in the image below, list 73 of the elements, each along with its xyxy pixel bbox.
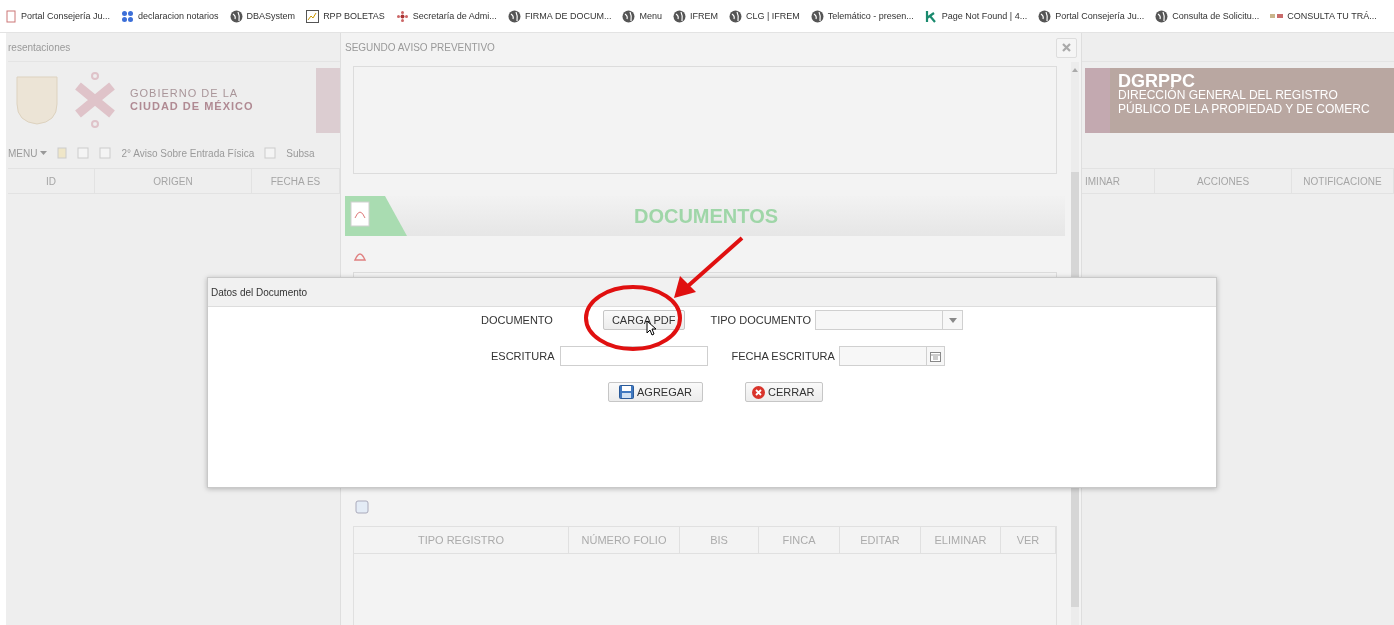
bookmark-link[interactable]: Menu bbox=[622, 9, 662, 23]
document-icon bbox=[77, 147, 90, 159]
column-header: ACCIONES bbox=[1155, 169, 1292, 193]
calendar-icon bbox=[929, 350, 941, 362]
globe-icon bbox=[622, 9, 636, 23]
document-icon bbox=[99, 147, 112, 159]
bookmark-link[interactable]: IFREM bbox=[672, 9, 718, 23]
bookmark-link[interactable]: RPP BOLETAS bbox=[306, 9, 385, 23]
letter-k-icon bbox=[924, 9, 938, 23]
globe-icon bbox=[810, 9, 824, 23]
globe-icon bbox=[672, 9, 686, 23]
close-button[interactable] bbox=[1056, 37, 1077, 58]
document-icon bbox=[57, 147, 68, 159]
field-label: TIPO DOCUMENTO bbox=[710, 314, 812, 326]
column-header: ORIGEN bbox=[95, 169, 252, 193]
scroll-up-icon[interactable] bbox=[1072, 68, 1078, 72]
globe-icon bbox=[229, 9, 243, 23]
dialog-title: Datos del Documento bbox=[208, 278, 1216, 307]
column-header: TIPO REGISTRO bbox=[354, 527, 569, 553]
bookmark-link[interactable]: Portal Consejería Ju... bbox=[4, 9, 111, 23]
dots-icon bbox=[121, 9, 135, 23]
column-header: NOTIFICACIONE bbox=[1292, 169, 1394, 193]
coat-of-arms-icon bbox=[14, 74, 60, 126]
document-type-select[interactable] bbox=[815, 310, 964, 330]
pdf-file-icon bbox=[345, 196, 407, 236]
column-header: FINCA bbox=[759, 527, 840, 553]
header-block bbox=[316, 67, 340, 133]
globe-icon bbox=[507, 9, 521, 23]
modal-title: SEGUNDO AVISO PREVENTIVO bbox=[345, 42, 495, 53]
deed-input[interactable] bbox=[559, 346, 708, 366]
upload-button[interactable]: CARGA PDF bbox=[602, 310, 685, 330]
column-header: NÚMERO FOLIO bbox=[569, 527, 680, 553]
caret-icon bbox=[948, 317, 957, 323]
page-tab-title: resentaciones bbox=[8, 41, 71, 53]
bookmark-link[interactable]: DBASystem bbox=[229, 9, 296, 23]
bookmark-link[interactable]: declaracion notarios bbox=[121, 9, 219, 23]
note-icon bbox=[355, 500, 369, 514]
banner-subtitle: PÚBLICO DE LA PROPIEDAD Y DE COMERC bbox=[1118, 101, 1370, 116]
bookmark-link[interactable]: Secretaría de Admi... bbox=[395, 9, 497, 23]
column-header: BIS bbox=[680, 527, 759, 553]
globe-icon bbox=[1038, 9, 1052, 23]
bookmark-link[interactable]: FIRMA DE DOCUM... bbox=[507, 9, 612, 23]
column-header: ID bbox=[8, 169, 95, 193]
bookmark-link[interactable]: Portal Consejería Ju... bbox=[1038, 9, 1145, 23]
column-header: VER bbox=[1001, 527, 1056, 553]
section-title: DOCUMENTOS bbox=[632, 204, 780, 228]
caret-icon bbox=[40, 151, 48, 155]
field-label: FECHA ESCRITURA bbox=[731, 350, 835, 362]
column-header: EDITAR bbox=[840, 527, 921, 553]
logo-text: CIUDAD DE MÉXICO bbox=[130, 100, 254, 113]
field-label: ESCRITURA bbox=[491, 350, 555, 362]
document-icon bbox=[264, 147, 277, 159]
close-icon bbox=[752, 385, 765, 399]
globe-icon bbox=[728, 9, 742, 23]
bookmark-link[interactable]: CONSULTA TU TRÁ... bbox=[1270, 9, 1377, 23]
field-label: DOCUMENTO bbox=[481, 314, 553, 326]
bookmark-link[interactable]: Telemático - presen... bbox=[810, 9, 914, 23]
banner-subtitle: DIRECCIÓN GENERAL DEL REGISTRO bbox=[1118, 87, 1339, 102]
close-button[interactable]: CERRAR bbox=[745, 382, 824, 402]
bookmark-link[interactable]: CLG | IFREM bbox=[728, 9, 800, 23]
column-header: ELIMINAR bbox=[921, 527, 1001, 553]
bookmark-link[interactable]: Consulta de Solicitu... bbox=[1155, 9, 1260, 23]
close-icon bbox=[1062, 43, 1071, 52]
flower-icon bbox=[395, 9, 409, 23]
chart-image-icon bbox=[306, 9, 320, 23]
banner-stripe bbox=[1085, 67, 1110, 133]
document-icon bbox=[4, 9, 17, 23]
globe-icon bbox=[1155, 9, 1169, 23]
banner-title: DGRPPC bbox=[1118, 73, 1195, 88]
add-button[interactable]: AGREGAR bbox=[608, 382, 703, 402]
logo-text: GOBIERNO DE LA bbox=[130, 87, 240, 100]
bookmark-link[interactable]: Page Not Found | 4... bbox=[924, 9, 1028, 23]
date-field[interactable] bbox=[838, 346, 945, 366]
